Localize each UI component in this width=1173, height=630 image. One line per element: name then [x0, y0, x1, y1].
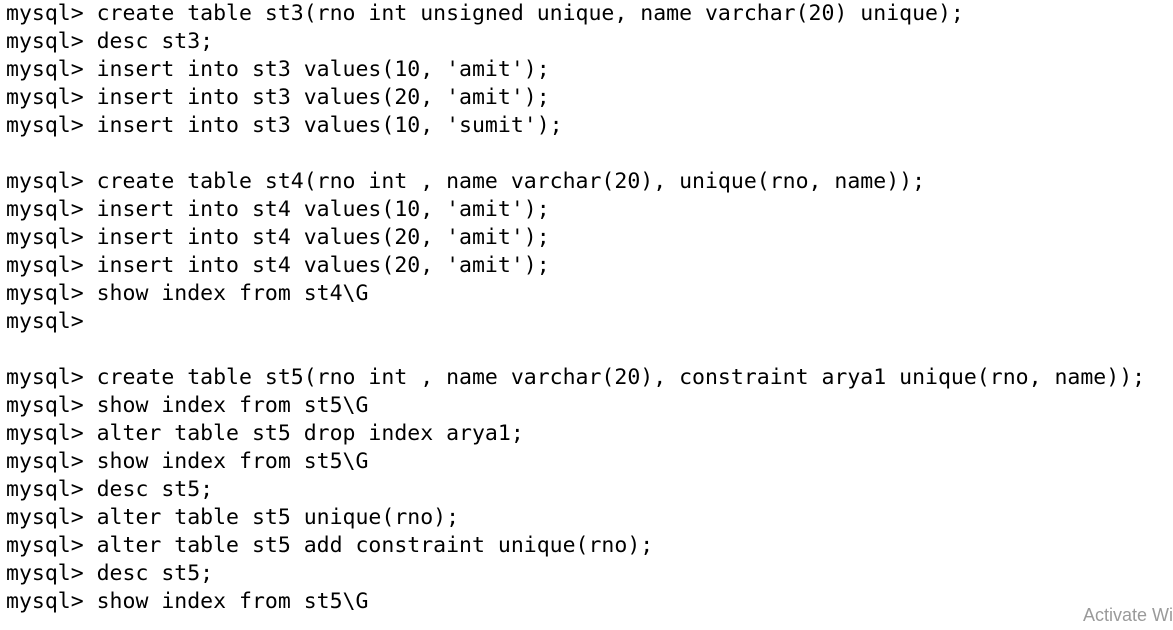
sql-command: show index from st5\G — [96, 393, 369, 418]
terminal-line: mysql> create table st3(rno int unsigned… — [6, 0, 1173, 28]
sql-command: desc st5; — [96, 561, 214, 586]
sql-command: insert into st4 values(10, 'amit'); — [96, 197, 550, 222]
terminal-line: mysql> show index from st5\G — [6, 588, 1173, 616]
mysql-prompt: mysql> — [6, 505, 97, 530]
sql-command: insert into st3 values(20, 'amit'); — [96, 85, 550, 110]
mysql-prompt: mysql> — [6, 225, 97, 250]
terminal-line: mysql> create table st4(rno int , name v… — [6, 168, 1173, 196]
mysql-prompt: mysql> — [6, 57, 97, 82]
terminal-line: mysql> insert into st3 values(10, 'sumit… — [6, 112, 1173, 140]
mysql-prompt: mysql> — [6, 365, 97, 390]
sql-command: create table st3(rno int unsigned unique… — [96, 1, 964, 26]
terminal-line: mysql> alter table st5 unique(rno); — [6, 504, 1173, 532]
terminal-line: mysql> desc st5; — [6, 476, 1173, 504]
mysql-prompt: mysql> — [6, 281, 97, 306]
mysql-prompt: mysql> — [6, 309, 97, 334]
sql-command: insert into st4 values(20, 'amit'); — [96, 225, 550, 250]
terminal-line: mysql> show index from st5\G — [6, 448, 1173, 476]
mysql-prompt: mysql> — [6, 589, 97, 614]
sql-command: insert into st4 values(20, 'amit'); — [96, 253, 550, 278]
sql-command: show index from st5\G — [96, 589, 369, 614]
mysql-prompt: mysql> — [6, 29, 97, 54]
mysql-prompt: mysql> — [6, 561, 97, 586]
terminal-line: mysql> insert into st4 values(20, 'amit'… — [6, 252, 1173, 280]
sql-command: desc st5; — [96, 477, 214, 502]
sql-command: show index from st5\G — [96, 449, 369, 474]
terminal-line: mysql> show index from st5\G — [6, 392, 1173, 420]
mysql-prompt: mysql> — [6, 477, 97, 502]
terminal-line: mysql> insert into st4 values(10, 'amit'… — [6, 196, 1173, 224]
sql-command: desc st3; — [96, 29, 214, 54]
activate-windows-watermark: Activate Wi — [1082, 605, 1173, 625]
sql-command: insert into st3 values(10, 'amit'); — [96, 57, 550, 82]
mysql-prompt: mysql> — [6, 169, 97, 194]
mysql-prompt: mysql> — [6, 85, 97, 110]
terminal-output[interactable]: mysql> create table st3(rno int unsigned… — [6, 0, 1173, 630]
terminal-line: mysql> insert into st3 values(10, 'amit'… — [6, 56, 1173, 84]
sql-command: insert into st3 values(10, 'sumit'); — [96, 113, 563, 138]
mysql-prompt: mysql> — [6, 197, 97, 222]
terminal-line: mysql> insert into st3 values(20, 'amit'… — [6, 84, 1173, 112]
terminal-line: mysql> desc st3; — [6, 28, 1173, 56]
terminal-line: mysql> alter table st5 drop index arya1; — [6, 420, 1173, 448]
terminal-line: mysql> desc st5; — [6, 560, 1173, 588]
terminal-line: mysql> show index from st4\G — [6, 280, 1173, 308]
mysql-prompt: mysql> — [6, 421, 97, 446]
mysql-prompt: mysql> — [6, 533, 97, 558]
terminal-line: mysql> insert into st4 values(20, 'amit'… — [6, 224, 1173, 252]
sql-command: alter table st5 add constraint unique(rn… — [96, 533, 654, 558]
sql-command: show index from st4\G — [96, 281, 369, 306]
terminal-line: mysql> create table st5(rno int , name v… — [6, 364, 1173, 392]
terminal-line: mysql> alter table st5 add constraint un… — [6, 532, 1173, 560]
mysql-prompt: mysql> — [6, 449, 97, 474]
mysql-prompt: mysql> — [6, 1, 97, 26]
mysql-prompt: mysql> — [6, 393, 97, 418]
mysql-prompt: mysql> — [6, 253, 97, 278]
sql-command: create table st5(rno int , name varchar(… — [96, 365, 1146, 390]
sql-command: alter table st5 unique(rno); — [96, 505, 460, 530]
sql-command: alter table st5 drop index arya1; — [96, 421, 524, 446]
sql-command: create table st4(rno int , name varchar(… — [96, 169, 926, 194]
terminal-line: mysql> — [6, 308, 1173, 336]
mysql-prompt: mysql> — [6, 113, 97, 138]
